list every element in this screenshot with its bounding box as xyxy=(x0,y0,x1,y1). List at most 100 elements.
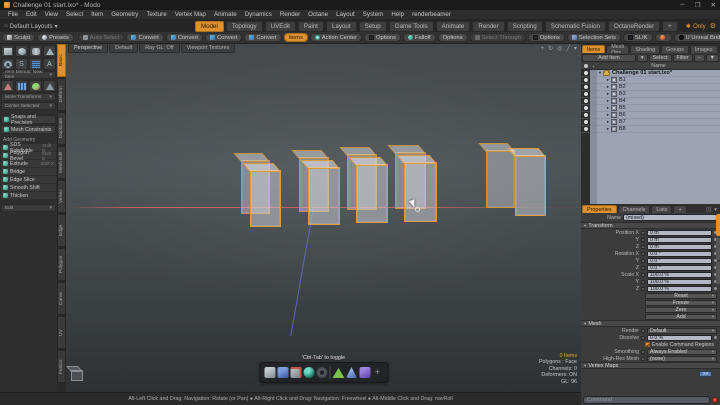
toolbox-tab-edge[interactable]: Edge xyxy=(57,214,66,247)
toolbar-button-auto-select[interactable]: Auto Select xyxy=(78,33,125,42)
channel-state-icon[interactable] xyxy=(714,336,717,339)
toolbar-button-items[interactable]: Items xyxy=(284,33,308,42)
menu-item-edit[interactable]: Edit xyxy=(22,11,41,18)
toolbar-button-select-through[interactable]: Select Through xyxy=(470,33,526,42)
eye-icon[interactable] xyxy=(584,78,588,82)
channel-mini-button[interactable] xyxy=(641,266,645,270)
sphere-icon[interactable] xyxy=(15,45,28,57)
channel-mini-button[interactable] xyxy=(641,350,645,354)
channel-mini-button[interactable] xyxy=(641,280,645,284)
toolbox-tab-basic[interactable]: Basic xyxy=(57,44,66,77)
channel-mini-button[interactable] xyxy=(641,273,645,277)
mesh-section-header[interactable]: Mesh xyxy=(581,320,720,327)
toolbox-tab-uv[interactable]: UV xyxy=(57,316,66,349)
channel-mini-button[interactable] xyxy=(641,287,645,291)
triangle-mesh-tool-icon[interactable] xyxy=(332,368,344,378)
torus-tool-icon[interactable] xyxy=(316,367,327,378)
mesh-item-row-b5[interactable]: ▸ B5 xyxy=(581,105,720,112)
scene-root-row[interactable]: ▾ Challenge 01 start.lxo* xyxy=(581,70,720,77)
channel-mini-button[interactable] xyxy=(641,238,645,242)
layout-tab-layout[interactable]: Layout xyxy=(326,21,357,32)
channel-mini-button[interactable] xyxy=(641,329,645,333)
layout-tab-paint[interactable]: Paint xyxy=(298,21,324,32)
curve-icon[interactable]: S xyxy=(15,58,28,70)
eye-icon[interactable] xyxy=(584,127,588,131)
menu-item-octane[interactable]: Octane xyxy=(304,11,332,18)
toolbar-button-selection-sets[interactable]: Selection Sets xyxy=(567,33,621,42)
channel-value-field[interactable]: 0.0 ° xyxy=(647,251,712,257)
menu-item-file[interactable]: File xyxy=(4,11,22,18)
maximize-button[interactable]: ❐ xyxy=(695,1,701,9)
menu-item-render[interactable]: Render xyxy=(276,11,304,18)
add-tool-icon[interactable]: + xyxy=(372,367,383,378)
text-tool-icon[interactable]: A xyxy=(43,58,56,70)
vertex-maps-header[interactable]: Vertex Maps xyxy=(581,362,720,369)
cube-purple-tool-icon[interactable] xyxy=(359,367,370,378)
cone-icon[interactable] xyxy=(43,45,56,57)
command-input[interactable] xyxy=(583,396,710,404)
eye-icon[interactable] xyxy=(584,120,588,124)
toolbar-button-u-unreal-bridge[interactable]: U Unreal Bridge xyxy=(674,33,720,42)
panel-tab-shading[interactable]: Shading xyxy=(630,45,660,53)
transform-action-button[interactable]: Freeze ▾ xyxy=(645,300,717,306)
menu-item-select[interactable]: Select xyxy=(62,11,87,18)
panel-tab-items[interactable]: Items xyxy=(582,45,605,53)
toolbox-tab-vertex[interactable]: Vertex xyxy=(57,180,66,213)
layout-tab-[interactable]: + xyxy=(662,21,678,32)
channel-mini-button[interactable] xyxy=(641,336,645,340)
channel-mini-button[interactable] xyxy=(641,357,645,361)
mesh-preset-icon[interactable] xyxy=(29,58,42,70)
side-tab-active[interactable] xyxy=(716,214,720,236)
array-tool-icon[interactable] xyxy=(15,80,28,92)
smoothing-dropdown[interactable]: Always Enabled ▾ xyxy=(647,349,717,355)
command-history-icon[interactable] xyxy=(712,397,718,403)
radial-tool-icon[interactable] xyxy=(1,80,14,92)
prism-blue-tool-icon[interactable] xyxy=(346,367,357,378)
box-mesh[interactable] xyxy=(308,167,340,225)
toolbar-button-options[interactable]: Options xyxy=(528,33,565,42)
transform-action-button[interactable]: Reset ▾ xyxy=(645,293,717,299)
channel-value-field[interactable]: 0 m xyxy=(647,237,712,243)
viewport-header-tab-default[interactable]: Default xyxy=(109,44,138,53)
layout-tab-schematic-fusion[interactable]: Schematic Fusion xyxy=(545,21,606,32)
toolbox-tab-curve[interactable]: Curve xyxy=(57,282,66,315)
layout-tab-setup[interactable]: Setup xyxy=(359,21,387,32)
panel-tab-mesh-ops[interactable]: Mesh Ops xyxy=(606,45,629,53)
panel-tab-images[interactable]: Images xyxy=(690,45,718,53)
funnel-filter-icon[interactable]: ▼ xyxy=(706,54,719,62)
menu-item-layout[interactable]: Layout xyxy=(332,11,359,18)
eye-icon[interactable] xyxy=(584,106,588,110)
octane-icon-button[interactable] xyxy=(655,33,672,42)
mesh-item-row-b1[interactable]: ▸ B1 xyxy=(581,77,720,84)
channel-value-field[interactable]: 100.0 % xyxy=(647,286,712,292)
properties-tab-channels[interactable]: Channels xyxy=(618,205,651,213)
filter-button[interactable]: Filter xyxy=(673,54,693,62)
toolbar-button-options[interactable]: Options xyxy=(438,33,468,42)
box-mesh[interactable] xyxy=(250,170,281,227)
toolbox-tab-deform[interactable]: Deform xyxy=(57,78,66,111)
box-mesh[interactable] xyxy=(515,155,546,216)
collapse-button[interactable]: − xyxy=(694,54,705,62)
transform-section-header[interactable]: Transform xyxy=(581,222,720,229)
menu-item-geometry[interactable]: Geometry xyxy=(107,11,142,18)
box-mesh-back[interactable] xyxy=(486,150,515,208)
layout-switcher[interactable]: ⌂ Default Layouts ▾ xyxy=(4,23,58,30)
menu-item-help[interactable]: Help xyxy=(387,11,408,18)
sphere-paint-icon[interactable] xyxy=(29,80,42,92)
eye-icon[interactable] xyxy=(584,92,588,96)
layout-tab-topology[interactable]: Topology xyxy=(226,21,263,32)
mesh-constraints-button[interactable]: Mesh Constraints xyxy=(1,125,56,134)
viewport-header-tab-viewport-textures[interactable]: Viewport Textures xyxy=(181,44,236,53)
geometry-tool-polygon-bevel[interactable]: Polygon Bevel Shift B xyxy=(1,152,56,160)
toolbar-button-action-center[interactable]: Action Center xyxy=(310,33,362,42)
crosshair-icon[interactable]: + xyxy=(541,46,545,52)
close-button[interactable]: ✕ xyxy=(711,1,716,9)
channel-value-field[interactable]: 0.0 ° xyxy=(647,265,712,271)
mesh-item-row-b7[interactable]: ▸ B7 xyxy=(581,119,720,126)
channel-mini-button[interactable] xyxy=(641,245,645,249)
toolbar-button-slik[interactable]: SLIK xyxy=(623,33,653,42)
box-mesh[interactable] xyxy=(404,162,437,222)
channel-value-field[interactable]: 0 m xyxy=(647,244,712,250)
toolbar-button-convert[interactable]: Convert xyxy=(166,33,203,42)
toolbar-divider[interactable] xyxy=(329,366,330,379)
